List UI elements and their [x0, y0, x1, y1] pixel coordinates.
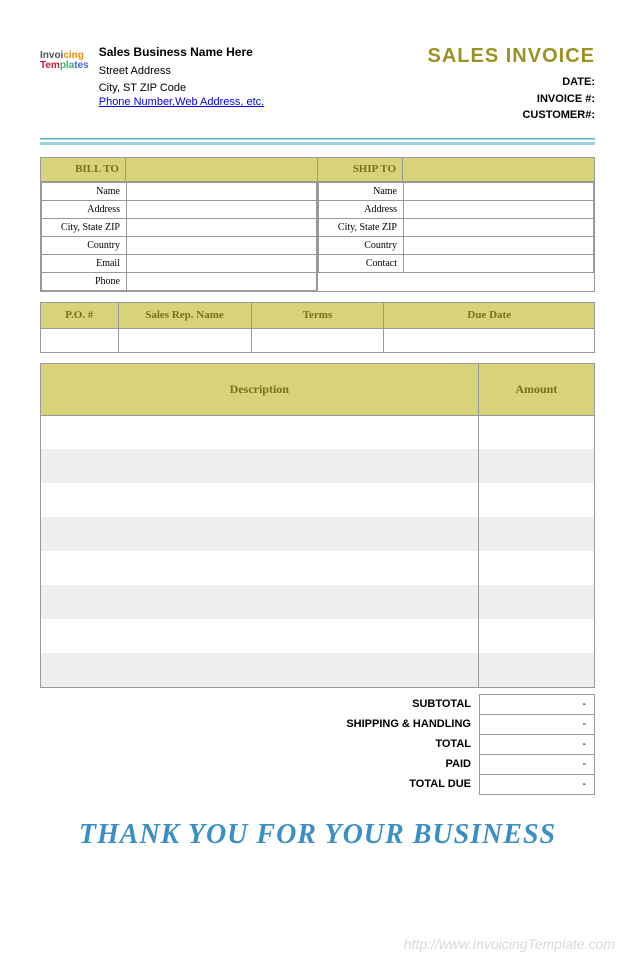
item-row[interactable]: [41, 619, 595, 653]
subtotal-label: SUBTOTAL: [40, 694, 480, 714]
item-row[interactable]: [41, 551, 595, 585]
invoice-number-label: INVOICE #:: [428, 91, 595, 108]
ship-address-value[interactable]: [404, 200, 594, 218]
bill-csz-label: City, State ZIP: [42, 218, 127, 236]
ship-csz-value[interactable]: [404, 218, 594, 236]
date-label: DATE:: [428, 74, 595, 91]
bill-phone-label: Phone: [42, 272, 127, 290]
item-row[interactable]: [41, 653, 595, 687]
ship-address-label: Address: [319, 200, 404, 218]
amount-header: Amount: [478, 363, 594, 415]
total-value: -: [480, 734, 595, 754]
shipping-value: -: [480, 714, 595, 734]
bill-to-header: BILL TO: [41, 157, 126, 181]
business-info: Sales Business Name Here Street Address …: [99, 45, 265, 124]
due-date-header: Due Date: [384, 302, 595, 328]
logo: InvoicingTemplates: [40, 45, 89, 124]
contact-link[interactable]: Phone Number,Web Address, etc.: [99, 96, 265, 108]
bill-email-label: Email: [42, 254, 127, 272]
bill-phone-value[interactable]: [127, 272, 317, 290]
subtotal-value: -: [480, 694, 595, 714]
paid-value: -: [480, 754, 595, 774]
street-address: Street Address: [99, 63, 265, 80]
sales-rep-value[interactable]: [118, 328, 251, 352]
divider-bottom: [40, 142, 595, 145]
watermark: http://www.InvoicingTemplate.com: [404, 936, 615, 952]
paid-label: PAID: [40, 754, 480, 774]
terms-value[interactable]: [251, 328, 384, 352]
item-row[interactable]: [41, 415, 595, 449]
address-table: BILL TO SHIP TO Name Address City, State…: [40, 157, 595, 292]
invoice-page: InvoicingTemplates Sales Business Name H…: [0, 0, 635, 851]
divider-top: [40, 138, 595, 140]
header-right: SALES INVOICE DATE: INVOICE #: CUSTOMER#…: [428, 45, 595, 124]
ship-to-header: SHIP TO: [318, 157, 403, 181]
items-table: Description Amount: [40, 363, 595, 688]
po-header: P.O. #: [41, 302, 119, 328]
bill-country-label: Country: [42, 236, 127, 254]
total-label: TOTAL: [40, 734, 480, 754]
business-name: Sales Business Name Here: [99, 45, 265, 59]
ship-name-label: Name: [319, 182, 404, 200]
bill-email-value[interactable]: [127, 254, 317, 272]
sales-rep-header: Sales Rep. Name: [118, 302, 251, 328]
ship-contact-value[interactable]: [404, 254, 594, 272]
terms-header: Terms: [251, 302, 384, 328]
thank-you-message: THANK YOU FOR YOUR BUSINESS: [40, 819, 595, 851]
bill-address-value[interactable]: [127, 200, 317, 218]
bill-country-value[interactable]: [127, 236, 317, 254]
item-row[interactable]: [41, 585, 595, 619]
bill-name-value[interactable]: [127, 182, 317, 200]
total-due-value: -: [480, 774, 595, 794]
shipping-label: SHIPPING & HANDLING: [40, 714, 480, 734]
item-row[interactable]: [41, 483, 595, 517]
bill-address-label: Address: [42, 200, 127, 218]
ship-country-label: Country: [319, 236, 404, 254]
customer-number-label: CUSTOMER#:: [428, 107, 595, 124]
po-value[interactable]: [41, 328, 119, 352]
ship-name-value[interactable]: [404, 182, 594, 200]
meta-table: P.O. # Sales Rep. Name Terms Due Date: [40, 302, 595, 353]
description-header: Description: [41, 363, 479, 415]
bill-name-label: Name: [42, 182, 127, 200]
totals-table: SUBTOTAL- SHIPPING & HANDLING- TOTAL- PA…: [40, 694, 595, 795]
header-left: InvoicingTemplates Sales Business Name H…: [40, 45, 264, 124]
invoice-title: SALES INVOICE: [428, 45, 595, 68]
ship-csz-label: City, State ZIP: [319, 218, 404, 236]
ship-contact-label: Contact: [319, 254, 404, 272]
header: InvoicingTemplates Sales Business Name H…: [40, 45, 595, 124]
ship-country-value[interactable]: [404, 236, 594, 254]
item-row[interactable]: [41, 517, 595, 551]
city-state-zip: City, ST ZIP Code: [99, 80, 265, 97]
due-date-value[interactable]: [384, 328, 595, 352]
item-row[interactable]: [41, 449, 595, 483]
bill-csz-value[interactable]: [127, 218, 317, 236]
total-due-label: TOTAL DUE: [40, 774, 480, 794]
